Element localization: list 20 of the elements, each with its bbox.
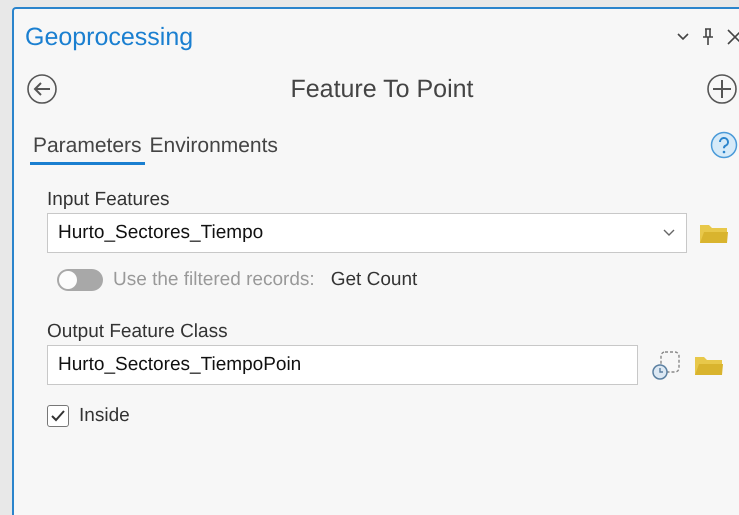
help-icon[interactable] [710, 131, 738, 159]
toggle-label: Use the filtered records: [113, 269, 315, 291]
back-icon[interactable] [26, 73, 58, 105]
tool-title: Feature To Point [290, 74, 474, 104]
tab[interactable]: Parameters [30, 132, 145, 165]
checkbox[interactable] [47, 405, 69, 427]
checkbox-label: Inside [79, 405, 130, 427]
close-icon[interactable] [726, 28, 739, 46]
pin-icon[interactable] [702, 28, 714, 46]
field-label: Output Feature Class [47, 321, 228, 343]
checkmark-icon [50, 408, 66, 424]
field-label: Input Features [47, 189, 170, 211]
chevron-down-icon [662, 228, 676, 238]
dropdown-field[interactable]: Hurto_Sectores_Tiempo [47, 213, 687, 253]
add-icon[interactable] [706, 73, 738, 105]
input-field[interactable]: Hurto_Sectores_TiempoPoin [47, 345, 638, 385]
pane-title: Geoprocessing [25, 22, 194, 52]
tab[interactable]: Environments [146, 132, 281, 165]
database-clock-icon[interactable] [650, 349, 682, 381]
chevron-down-icon[interactable] [676, 32, 690, 42]
